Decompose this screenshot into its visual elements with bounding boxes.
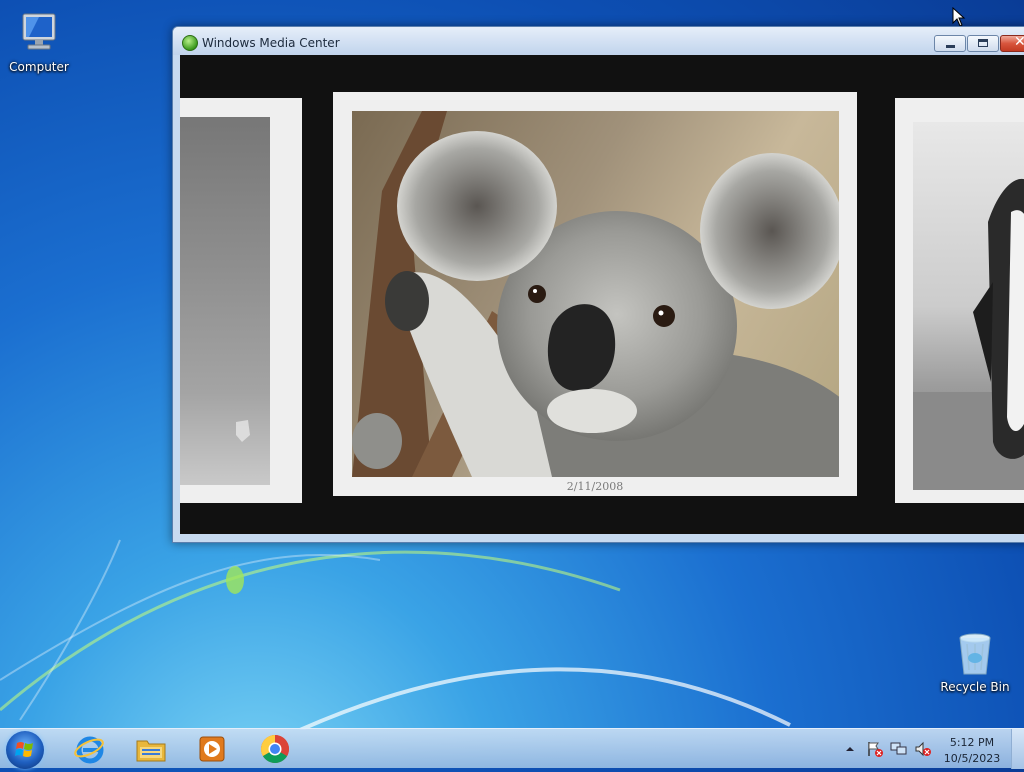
close-icon: ✕ <box>1014 34 1024 50</box>
clock-date: 10/5/2023 <box>943 752 1001 765</box>
desktop-icon-recycle-bin[interactable]: Recycle Bin <box>937 630 1013 694</box>
desktop-icon-computer[interactable]: Computer <box>1 10 77 74</box>
start-button[interactable] <box>6 731 44 769</box>
volume-tray[interactable] <box>914 741 932 757</box>
previous-photo <box>180 117 270 485</box>
network-tray[interactable] <box>890 741 908 757</box>
media-center-window[interactable]: Windows Media Center ✕ <box>172 26 1024 543</box>
volume-muted-icon <box>915 741 931 757</box>
chevron-up-icon <box>846 747 854 751</box>
folder-icon <box>136 740 166 762</box>
network-icon <box>890 742 907 755</box>
mouse-cursor-icon <box>952 7 966 27</box>
desktop-icon-label: Computer <box>9 60 69 74</box>
taskbar: 5:12 PM 10/5/2023 <box>0 728 1024 769</box>
previous-photo-frame[interactable] <box>180 98 302 503</box>
taskbar-chrome[interactable] <box>259 733 291 765</box>
show-desktop-button[interactable] <box>1011 729 1024 769</box>
taskbar-media-player[interactable] <box>196 733 228 765</box>
computer-icon <box>15 10 63 58</box>
clock-time: 5:12 PM <box>949 736 995 749</box>
show-hidden-icons-button[interactable] <box>845 743 855 753</box>
system-clock[interactable]: 5:12 PM 10/5/2023 <box>932 735 1012 767</box>
maximize-button[interactable] <box>967 35 999 52</box>
minimize-button[interactable] <box>934 35 966 52</box>
action-center-tray[interactable] <box>866 741 884 757</box>
windows-logo-icon <box>15 742 33 757</box>
chrome-icon <box>261 735 289 763</box>
next-photo-penguins <box>913 122 1024 490</box>
current-photo-koala <box>352 111 839 477</box>
window-titlebar[interactable]: Windows Media Center ✕ <box>173 27 1024 55</box>
photo-date-label: 2/11/2008 <box>566 480 624 493</box>
internet-explorer-icon <box>74 736 104 764</box>
minimize-icon <box>946 45 955 48</box>
next-photo-frame[interactable] <box>895 98 1024 503</box>
close-button[interactable]: ✕ <box>1000 34 1024 52</box>
media-center-logo-icon <box>182 35 198 51</box>
current-photo-frame[interactable]: 2/11/2008 <box>333 92 857 496</box>
recycle-bin-icon <box>951 630 999 678</box>
taskbar-internet-explorer[interactable] <box>73 733 105 765</box>
maximize-icon <box>978 39 988 47</box>
window-title: Windows Media Center <box>202 36 340 50</box>
media-player-icon <box>199 736 225 762</box>
taskbar-windows-explorer[interactable] <box>135 733 167 765</box>
desktop-icon-label: Recycle Bin <box>940 680 1010 694</box>
action-center-flag-icon <box>868 742 883 757</box>
slideshow-area[interactable]: 2/11/2008 <box>180 55 1024 534</box>
